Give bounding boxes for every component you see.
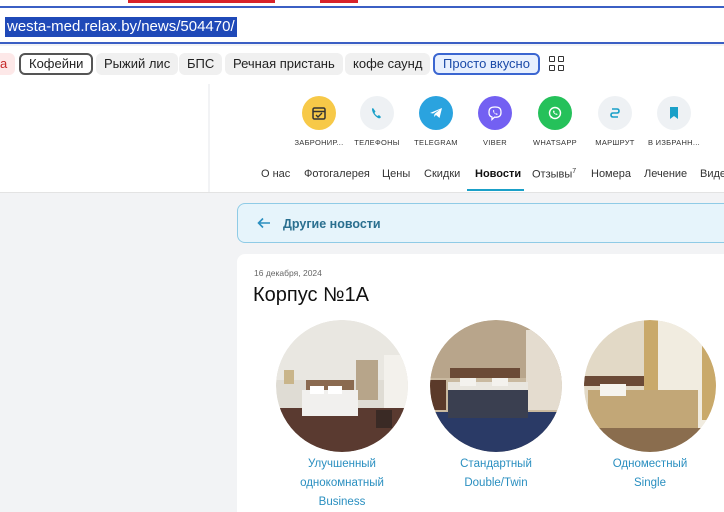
tab-rooms[interactable]: Номера — [591, 168, 631, 180]
tab-reviews-label: Отзывы — [532, 168, 573, 181]
tab-prices[interactable]: Цены — [382, 168, 410, 180]
room-name-line: Single — [634, 477, 666, 489]
tab-discounts[interactable]: Скидки — [424, 168, 460, 180]
action-route[interactable]: МАРШРУТ — [585, 96, 645, 147]
action-book[interactable]: ЗАБРОНИР... — [289, 96, 349, 147]
action-label: ТЕЛЕФОНЫ — [354, 138, 400, 147]
bookmark-icon — [657, 96, 691, 130]
action-label: В ИЗБРАНН... — [647, 138, 701, 147]
chip-kofe-saund[interactable]: кофе саунд — [345, 53, 431, 75]
action-label: МАРШРУТ — [595, 138, 635, 147]
room-name-line: Double/Twin — [464, 477, 528, 489]
tab-indicator — [320, 0, 358, 3]
tab-about[interactable]: О нас — [261, 168, 290, 180]
room-item[interactable]: Стандартный Double/Twin — [426, 320, 566, 493]
calendar-icon — [302, 96, 336, 130]
active-tab-underline — [467, 189, 524, 191]
tab-gallery[interactable]: Фотогалерея — [304, 168, 370, 180]
whatsapp-icon — [538, 96, 572, 130]
viber-icon — [478, 96, 512, 130]
action-label: TELEGRAM — [414, 138, 458, 147]
phone-icon — [360, 96, 394, 130]
news-date: 16 декабря, 2024 — [254, 268, 322, 278]
room-name-line: Одноместный — [612, 458, 688, 470]
room-photo[interactable] — [584, 320, 716, 452]
action-whatsapp[interactable]: WHATSAPP — [525, 96, 585, 147]
address-bar[interactable]: westa-med.relax.by/news/504470/ — [0, 6, 724, 44]
chip-kofeyni[interactable]: Кофейни — [19, 53, 94, 75]
room-item[interactable]: Одноместный Single — [580, 320, 720, 493]
venue-header: ЗАБРОНИР... ТЕЛЕФОНЫ TELEGRAM VIBER WHAT… — [210, 84, 724, 192]
action-phones[interactable]: ТЕЛЕФОНЫ — [347, 96, 407, 147]
news-card: 16 декабря, 2024 Корпус №1А Улучшенный о… — [237, 254, 724, 512]
other-news-button[interactable]: Другие новости — [237, 203, 724, 243]
room-name-line: Business — [318, 496, 366, 508]
reviews-count: 7 — [572, 168, 577, 175]
room-photo[interactable] — [276, 320, 408, 452]
bookmark-chips-bar: а Кофейни Рыжий лис БПС Речная пристань … — [0, 46, 724, 84]
route-icon — [598, 96, 632, 130]
action-viber[interactable]: VIBER — [465, 96, 525, 147]
room-photo[interactable] — [430, 320, 562, 452]
venue-tabs: О нас Фотогалерея Цены Скидки Новости От… — [210, 164, 724, 192]
arrow-left-icon — [257, 217, 270, 229]
url-text[interactable]: westa-med.relax.by/news/504470/ — [5, 17, 237, 37]
action-label: ЗАБРОНИР... — [294, 138, 344, 147]
room-name-line: Стандартный — [460, 458, 532, 470]
chip-rechnaya-pristan[interactable]: Речная пристань — [225, 53, 343, 75]
action-favorite[interactable]: В ИЗБРАНН... — [644, 96, 704, 147]
other-news-label: Другие новости — [283, 217, 381, 231]
tab-indicator — [128, 0, 275, 3]
action-telegram[interactable]: TELEGRAM — [406, 96, 466, 147]
chip-partial[interactable]: а — [0, 53, 16, 75]
tab-news[interactable]: Новости — [475, 168, 521, 180]
action-label: WHATSAPP — [533, 138, 577, 147]
header-divider — [0, 192, 724, 193]
action-label: VIBER — [482, 138, 507, 147]
tab-video[interactable]: Виде — [700, 168, 724, 180]
news-title: Корпус №1А — [253, 284, 369, 306]
room-item[interactable]: Улучшенный однокомнатный Business — [272, 320, 412, 512]
room-name-line: Улучшенный — [307, 458, 376, 470]
telegram-icon — [419, 96, 453, 130]
left-panel — [0, 84, 208, 192]
room-name-line: однокомнатный — [300, 477, 384, 489]
chip-ryzhiy-lis[interactable]: Рыжий лис — [96, 53, 179, 75]
chip-bps[interactable]: БПС — [179, 53, 223, 75]
tab-treatment[interactable]: Лечение — [644, 168, 687, 180]
tab-reviews[interactable]: Отзывы7 — [532, 168, 576, 181]
grid-icon[interactable] — [549, 56, 565, 72]
chip-prosto-vkusno[interactable]: Просто вкусно — [433, 53, 540, 75]
